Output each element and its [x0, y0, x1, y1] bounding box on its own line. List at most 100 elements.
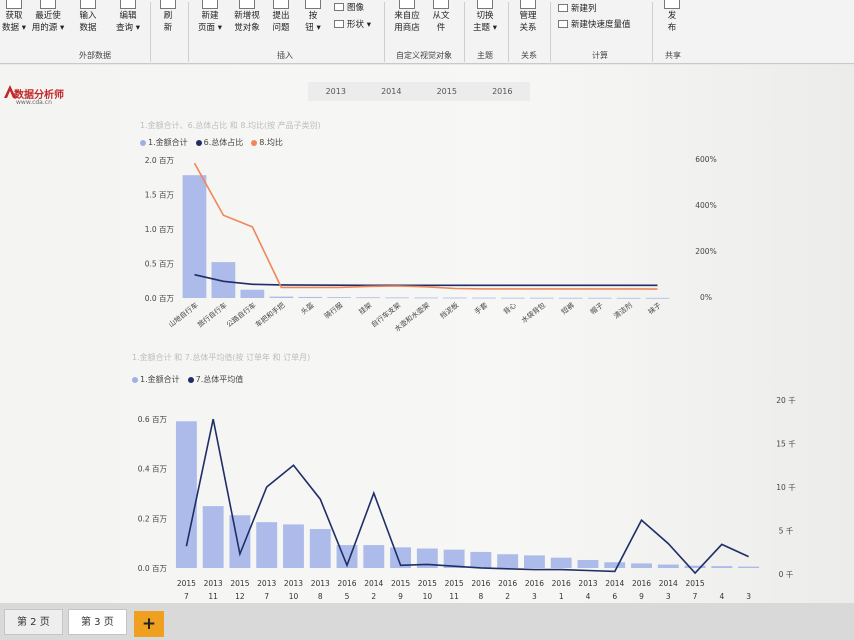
get-data-button[interactable]: 获取 数据 ▾	[2, 0, 26, 34]
chart1-x-tick-label: 清洁剂	[612, 300, 634, 320]
ribbon-separator	[508, 2, 509, 62]
chart2-x-month-label: 11	[449, 592, 459, 601]
chart2-x-month-label: 4	[586, 592, 591, 601]
clock-icon	[40, 0, 56, 9]
buttons-button[interactable]: 按 钮 ▾	[302, 0, 324, 34]
page-tab-bar: 第 2 页 第 3 页 +	[0, 603, 854, 640]
chart2-x-year-label: 2016	[471, 579, 490, 588]
group-label-relationships: 关系	[521, 51, 537, 60]
chart2-x-year-label: 2015	[177, 579, 196, 588]
chart2-y2-tick-label: 0 千	[779, 569, 794, 579]
chart2-x-year-label: 2013	[578, 579, 597, 588]
new-visual-button[interactable]: 新增视 觉对象	[228, 0, 266, 34]
chart2-bar	[229, 515, 251, 568]
chart2-x-month-label: 3	[532, 592, 537, 601]
chart2-y-tick-label: 0.6 百万	[138, 415, 168, 424]
chart2-y-tick-label: 0.4 百万	[138, 465, 168, 474]
publish-button[interactable]: 发 布	[660, 0, 684, 34]
chart2-x-month-label: 7	[184, 592, 189, 601]
switch-theme-button[interactable]: 切换 主题 ▾	[470, 0, 500, 34]
from-file-button[interactable]: 从文 件	[428, 0, 454, 34]
chart2-x-year-label: 2016	[552, 579, 571, 588]
from-marketplace-button[interactable]: 来自应 用商店	[390, 0, 424, 34]
publish-icon	[664, 0, 680, 9]
chart2-x-month-label: 8	[318, 592, 323, 601]
chart1-bar	[327, 297, 352, 298]
refresh-icon	[160, 0, 176, 9]
chart2-x-month-label: 7	[264, 592, 269, 601]
chart2-x-year-label: 2013	[204, 579, 223, 588]
chart1-x-tick-label: 袜子	[646, 300, 663, 316]
group-label-share: 共享	[665, 51, 681, 60]
chart2-x-month-label: 3	[746, 592, 751, 601]
report-canvas: 数据分析师 www.cda.cn 2013 2014 2015 2016 1.金…	[0, 65, 854, 603]
ask-question-button[interactable]: 提出 问题	[268, 0, 294, 34]
chart1-x-tick-label: 挡泥板	[438, 300, 460, 320]
chart1-x-tick-label: 公路自行车	[224, 300, 257, 329]
chart1-bar	[269, 296, 294, 298]
manage-relationships-button[interactable]: 管理 关系	[514, 0, 542, 34]
chart2-bar	[497, 554, 519, 568]
chart1-combo-chart[interactable]: 0.0 百万 0.5 百万 1.0 百万 1.5 百万 2.0 百万 0% 200% 400%…	[0, 65, 854, 603]
chart2-bar	[283, 524, 304, 568]
chart2-bar	[657, 564, 679, 568]
chart1-x-tick-label: 骑行服	[322, 300, 344, 320]
chart1-x-tick-label: 旅行自行车	[196, 300, 229, 329]
chart1-bar	[616, 297, 641, 299]
group-label-custom-visuals: 自定义视觉对象	[396, 51, 452, 60]
chart2-x-month-label: 6	[612, 592, 617, 601]
chart1-x-tick-label: 水袋背包	[519, 300, 547, 324]
tab-page-2[interactable]: 第 2 页	[4, 609, 63, 635]
chart1-bar	[443, 297, 467, 299]
chart2-y2-tick-label: 5 千	[779, 526, 794, 536]
chart1-bar	[529, 297, 554, 299]
chart2-x-month-label: 12	[235, 592, 245, 601]
chart1-series-line	[194, 273, 658, 287]
chart2-x-month-label: 1	[559, 592, 564, 601]
chart2-x-year-label: 2015	[418, 579, 437, 588]
edit-queries-button[interactable]: 编辑 查询 ▾	[112, 0, 144, 34]
chart2-y-tick-label: 0.0 百万	[138, 564, 168, 573]
chart2-bar	[309, 529, 331, 568]
ribbon-separator	[188, 2, 189, 62]
chart1-x-tick-label: 挂架	[357, 300, 374, 316]
column-icon	[558, 4, 568, 12]
chart1-y-tick-label: 1.5 百万	[145, 191, 175, 200]
chart2-x-year-label: 2016	[632, 579, 651, 588]
chart2-x-year-label: 2016	[337, 579, 356, 588]
chart2-bar	[550, 557, 572, 568]
chart2-x-month-label: 10	[289, 592, 299, 601]
chart1-y-tick-label: 2.0 百万	[145, 156, 175, 165]
chart1-x-tick-label: 山地自行车	[167, 300, 200, 329]
tab-page-3[interactable]: 第 3 页	[68, 609, 127, 635]
chart1-bar	[645, 297, 670, 299]
chart2-x-month-label: 11	[208, 592, 218, 601]
button-icon	[305, 0, 321, 9]
image-button[interactable]: 图像	[334, 1, 364, 13]
chart2-bar	[577, 559, 599, 568]
chart2-bar	[256, 522, 278, 568]
chart2-x-year-label: 2013	[284, 579, 303, 588]
chart1-y-tick-label: 1.0 百万	[145, 225, 175, 234]
chart1-bar	[500, 297, 525, 299]
new-column-button[interactable]: 新建列	[558, 2, 597, 14]
enter-data-button[interactable]: 输入 数据	[74, 0, 102, 34]
chart1-bar	[472, 297, 496, 299]
refresh-button[interactable]: 刷 新	[158, 0, 178, 34]
chart1-y2-tick-label: 0%	[700, 293, 712, 302]
chart2-x-month-label: 9	[639, 592, 644, 601]
ribbon-separator	[384, 2, 385, 62]
chart1-y2-tick-label: 200%	[695, 247, 716, 256]
recent-sources-button[interactable]: 最近使 用的源 ▾	[30, 0, 66, 34]
chart2-x-year-label: 2014	[605, 579, 624, 588]
add-page-button[interactable]: +	[134, 611, 164, 637]
chart2-x-month-label: 8	[478, 592, 483, 601]
chart1-bar	[587, 297, 612, 299]
chart2-x-month-label: 4	[719, 592, 724, 601]
new-quick-measure-button[interactable]: 新建快速度量值	[558, 18, 631, 30]
store-icon	[399, 0, 415, 9]
database-icon	[6, 0, 22, 9]
shapes-button[interactable]: 形状 ▾	[334, 18, 371, 30]
new-page-button[interactable]: 新建 页面 ▾	[194, 0, 226, 34]
chart1-bar	[558, 297, 583, 299]
